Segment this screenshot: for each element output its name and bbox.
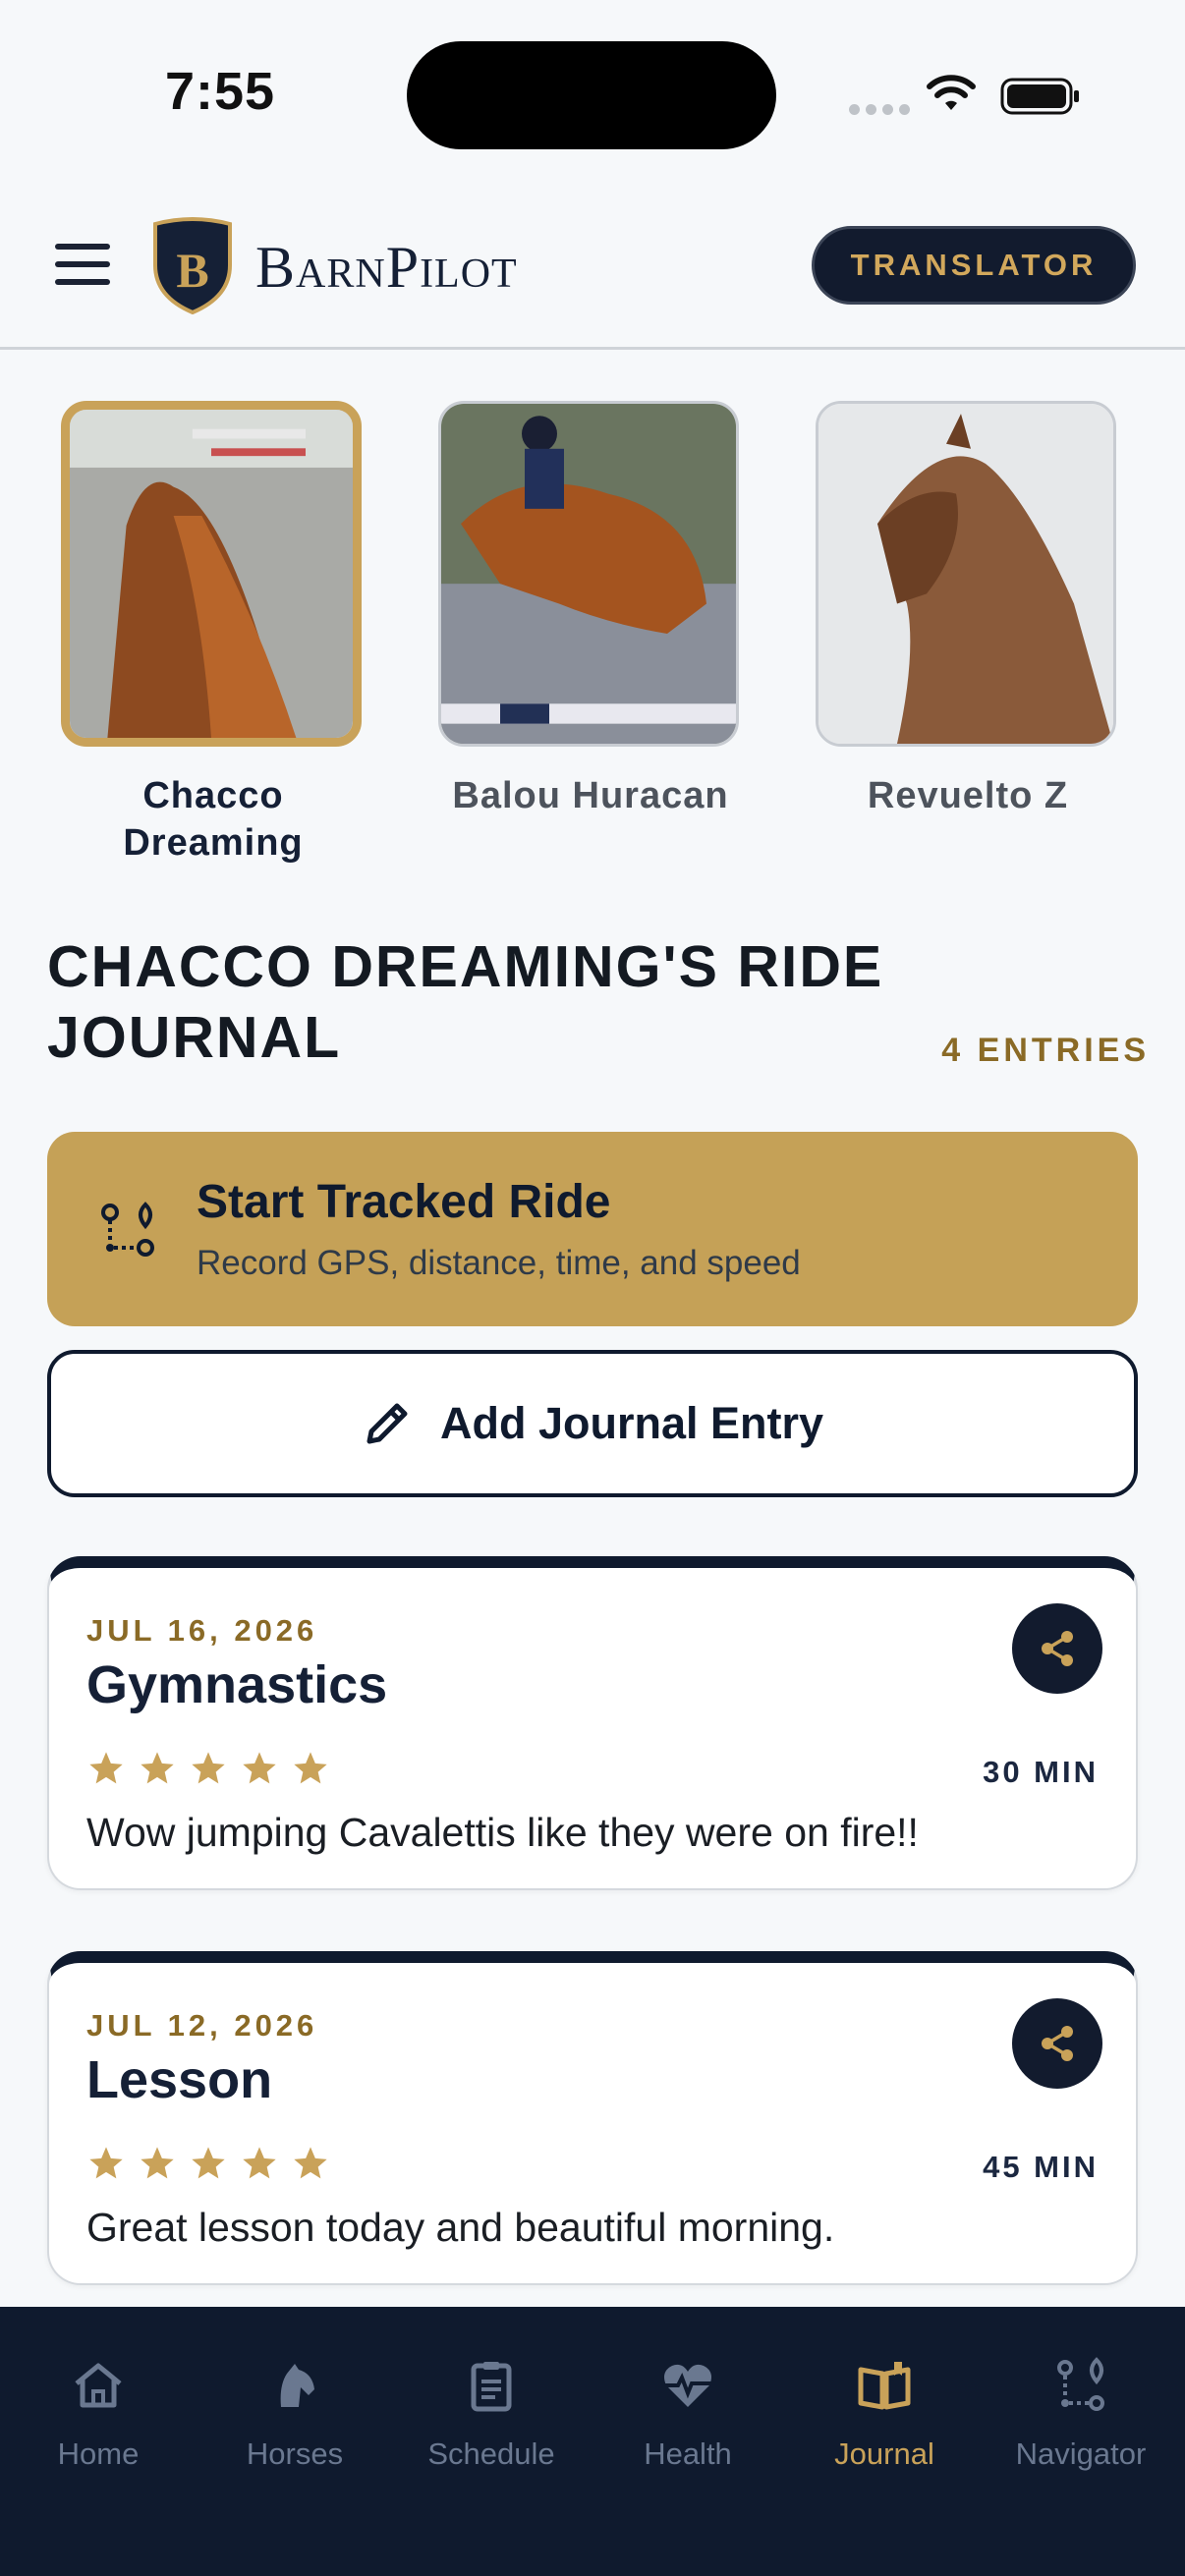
route-icon [1057, 2357, 1104, 2411]
entries-count: 4 ENTRIES [941, 1032, 1150, 1069]
hamburger-menu-icon[interactable] [55, 244, 110, 285]
star-icon [294, 1752, 327, 1784]
rating-stars [86, 1749, 330, 1788]
dynamic-island [407, 41, 776, 149]
home-icon [75, 2363, 122, 2408]
svg-text:B: B [176, 243, 208, 298]
star-icon [141, 2147, 174, 2179]
entry-duration: 30 MIN [983, 1755, 1099, 1789]
journal-entry-card[interactable]: JUL 12, 2026 Lesson 45 MIN Great lesson … [47, 1951, 1138, 2285]
start-tracked-ride-button[interactable]: Start Tracked Ride Record GPS, distance,… [47, 1132, 1138, 1326]
start-ride-title: Start Tracked Ride [197, 1176, 611, 1228]
horse-photo [61, 401, 362, 747]
horse-head-icon [280, 2364, 314, 2407]
entry-date: JUL 12, 2026 [86, 2008, 318, 2043]
nav-label: Health [644, 2436, 732, 2471]
horse-photo [816, 401, 1116, 747]
horse-photo [438, 401, 739, 747]
app-header: B BarnPilot TRANSLATOR [0, 187, 1185, 350]
nav-item-journal[interactable]: Journal [786, 2356, 983, 2472]
horse-selector: Chacco Dreaming Balou Huracan Revuelto Z [0, 401, 1185, 872]
horse-card-chacco-dreaming[interactable]: Chacco Dreaming [61, 401, 366, 867]
nav-item-horses[interactable]: Horses [197, 2356, 393, 2472]
brand-name: BarnPilot [255, 235, 518, 300]
star-icon [294, 2147, 327, 2179]
journal-title: CHACCO DREAMING'S RIDE JOURNAL [47, 934, 884, 1070]
horse-name: Revuelto Z [867, 775, 1069, 816]
battery-icon [1000, 78, 1079, 115]
journal-entry-card[interactable]: JUL 16, 2026 Gymnastics 30 MIN Wow jumpi… [47, 1556, 1138, 1890]
pencil-icon [367, 1403, 408, 1444]
nav-item-schedule[interactable]: Schedule [393, 2356, 590, 2472]
route-icon [101, 1202, 154, 1257]
clipboard-icon [471, 2362, 512, 2412]
horse-name: Balou Huracan [452, 775, 729, 816]
status-time: 7:55 [165, 62, 276, 121]
entry-title: Lesson [86, 2050, 273, 2109]
entry-title: Gymnastics [86, 1655, 388, 1714]
cellular-signal-icon [849, 104, 910, 115]
star-icon [243, 1752, 276, 1784]
share-icon [1042, 2026, 1073, 2061]
nav-item-health[interactable]: Health [590, 2356, 786, 2472]
entry-note: Wow jumping Cavalettis like they were on… [86, 1810, 919, 1855]
entry-date: JUL 16, 2026 [86, 1613, 318, 1648]
horse-card-balou-huracan[interactable]: Balou Huracan [438, 401, 743, 819]
share-button[interactable] [1012, 1998, 1102, 2089]
nav-label: Navigator [1015, 2436, 1147, 2471]
star-icon [141, 1752, 174, 1784]
star-icon [192, 1752, 225, 1784]
horse-card-revuelto-z[interactable]: Revuelto Z [816, 401, 1120, 819]
star-icon [243, 2147, 276, 2179]
star-icon [89, 2147, 123, 2179]
book-open-icon [858, 2362, 911, 2410]
wifi-icon [927, 75, 976, 110]
nav-label: Schedule [427, 2436, 555, 2471]
horse-name: Chacco Dreaming [123, 775, 304, 864]
bottom-navigation: Home Horses Schedule Health Journal Navi… [0, 2307, 1185, 2576]
start-ride-subtitle: Record GPS, distance, time, and speed [197, 1244, 801, 1282]
share-icon [1042, 1631, 1073, 1666]
star-icon [192, 2147, 225, 2179]
translator-button[interactable]: TRANSLATOR [812, 226, 1136, 305]
entry-note: Great lesson today and beautiful morning… [86, 2205, 835, 2250]
heart-pulse-icon [664, 2364, 711, 2407]
entry-duration: 45 MIN [983, 2150, 1099, 2184]
brand-crest-logo: B [153, 217, 232, 314]
nav-item-navigator[interactable]: Navigator [983, 2356, 1179, 2472]
nav-item-home[interactable]: Home [0, 2356, 197, 2472]
rating-stars [86, 2144, 330, 2183]
star-icon [89, 1752, 123, 1784]
nav-label: Home [57, 2436, 140, 2471]
nav-label: Horses [246, 2436, 344, 2471]
share-button[interactable] [1012, 1603, 1102, 1694]
add-entry-label: Add Journal Entry [439, 1398, 824, 1448]
status-bar: 7:55 [0, 0, 1185, 187]
nav-label: Journal [834, 2436, 934, 2471]
add-journal-entry-button[interactable]: Add Journal Entry [47, 1350, 1138, 1497]
